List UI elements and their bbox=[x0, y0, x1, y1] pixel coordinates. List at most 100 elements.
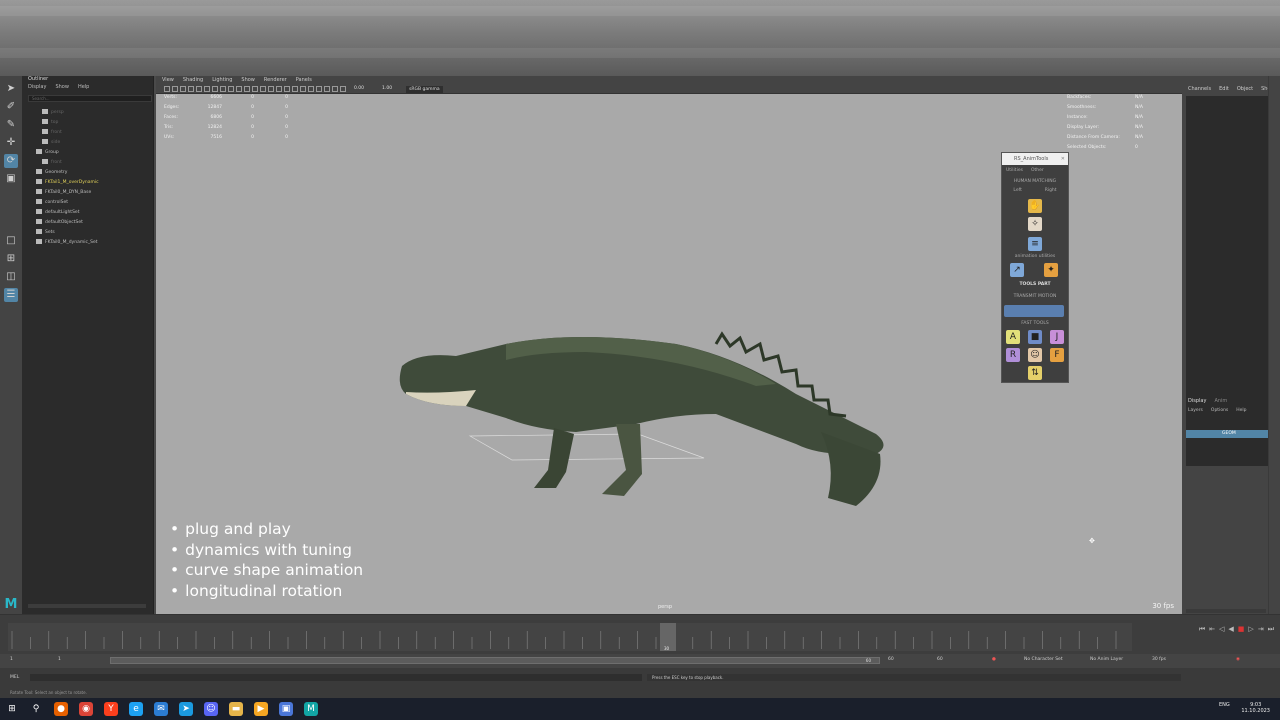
character-set-dropdown[interactable]: No Character Set bbox=[1024, 657, 1063, 662]
viewport-menu-view[interactable]: View bbox=[162, 77, 174, 83]
anim-tools-menu-other[interactable]: Other bbox=[1031, 168, 1044, 173]
gamma-field[interactable]: 1.00 bbox=[382, 86, 392, 92]
taskbar-app-icon[interactable]: ▣ bbox=[279, 702, 293, 716]
media-player-icon[interactable]: ▶ bbox=[254, 702, 268, 716]
shadows-icon[interactable] bbox=[292, 86, 298, 92]
four-view-icon[interactable]: ⊞ bbox=[4, 252, 18, 266]
graph-editor-icon[interactable]: ↗ bbox=[1010, 263, 1024, 277]
fast-tool-a-icon[interactable]: A bbox=[1006, 330, 1020, 344]
telegram-icon[interactable]: ➤ bbox=[179, 702, 193, 716]
side-tabs-strip[interactable] bbox=[1268, 76, 1280, 614]
timeline-ruler[interactable] bbox=[8, 623, 1132, 651]
lights-icon[interactable] bbox=[284, 86, 290, 92]
step-forward-icon[interactable]: ▷ bbox=[1248, 625, 1253, 634]
viewport-menu-lighting[interactable]: Lighting bbox=[212, 77, 232, 83]
viewport-menu-shading[interactable]: Shading bbox=[183, 77, 203, 83]
tools-part-heading[interactable]: TOOLS PART bbox=[1002, 282, 1068, 287]
fast-tool-arrows-icon[interactable]: ⇅ bbox=[1028, 366, 1042, 380]
step-forward-key-icon[interactable]: ⇥ bbox=[1258, 625, 1264, 634]
outliner-item[interactable]: front bbox=[42, 128, 62, 137]
outliner-item[interactable]: FKTail0_M_dynamic_Set bbox=[36, 238, 98, 247]
search-icon[interactable]: ⚲ bbox=[29, 702, 43, 716]
go-to-end-icon[interactable]: ⏭ bbox=[1268, 625, 1274, 634]
outliner-item[interactable]: persp bbox=[42, 108, 64, 117]
step-back-icon[interactable]: ◁ bbox=[1219, 625, 1224, 634]
left-radio[interactable]: Left bbox=[1013, 188, 1021, 193]
transmit-motion-bar[interactable] bbox=[1004, 305, 1064, 317]
record-icon[interactable]: ◉ bbox=[1236, 657, 1240, 662]
exposure-field[interactable]: 0.00 bbox=[354, 86, 364, 92]
anim-layer-dropdown[interactable]: No Anim Layer bbox=[1090, 657, 1123, 662]
menu-options[interactable]: Options bbox=[1211, 408, 1228, 413]
edge-icon[interactable]: e bbox=[129, 702, 143, 716]
lasso-tool-icon[interactable]: ✐ bbox=[4, 100, 18, 114]
field-chart-icon[interactable] bbox=[228, 86, 234, 92]
fps-dropdown[interactable]: 30 fps bbox=[1152, 657, 1166, 662]
outliner-item[interactable]: Group bbox=[36, 148, 59, 157]
isolate-select-icon[interactable] bbox=[316, 86, 322, 92]
wireframe-icon[interactable] bbox=[252, 86, 258, 92]
outliner-item[interactable]: front bbox=[42, 158, 62, 167]
grid-icon[interactable] bbox=[196, 86, 202, 92]
single-view-icon[interactable]: □ bbox=[4, 234, 18, 248]
end-time-field[interactable]: 60 bbox=[937, 657, 943, 662]
paint-tool-icon[interactable]: ✎ bbox=[4, 118, 18, 132]
film-gate-icon[interactable] bbox=[204, 86, 210, 92]
rotate-tool-icon[interactable]: ⟳ bbox=[4, 154, 18, 168]
tab-display[interactable]: Display bbox=[1188, 398, 1206, 404]
firefox-icon[interactable]: ● bbox=[54, 702, 68, 716]
menu-help[interactable]: Help bbox=[1236, 408, 1246, 413]
xray-joints-icon[interactable] bbox=[332, 86, 338, 92]
viewport-menu-show[interactable]: Show bbox=[241, 77, 255, 83]
outlook-icon[interactable]: ✉ bbox=[154, 702, 168, 716]
safe-title-icon[interactable] bbox=[244, 86, 250, 92]
chrome-icon[interactable]: ◉ bbox=[79, 702, 93, 716]
discord-icon[interactable]: ☺ bbox=[204, 702, 218, 716]
two-view-icon[interactable]: ◫ bbox=[4, 270, 18, 284]
step-back-key-icon[interactable]: ⇤ bbox=[1209, 625, 1215, 634]
outliner-item[interactable]: defaultObjectSet bbox=[36, 218, 83, 227]
outliner-item[interactable]: defaultLightSet bbox=[36, 208, 79, 217]
textured-icon[interactable] bbox=[276, 86, 282, 92]
language-indicator[interactable]: ENG bbox=[1219, 702, 1230, 708]
right-radio[interactable]: Right bbox=[1045, 188, 1057, 193]
layer-scrollbar[interactable] bbox=[1186, 609, 1266, 613]
move-tool-icon[interactable]: ✛ bbox=[4, 136, 18, 150]
match-leg-icon[interactable]: ✧ bbox=[1028, 217, 1042, 231]
fast-tool-j-icon[interactable]: J bbox=[1050, 330, 1064, 344]
fast-tool-cube-icon[interactable]: ■ bbox=[1028, 330, 1042, 344]
start-time-field[interactable]: 1 bbox=[10, 657, 13, 662]
anim-tools-menu-utilities[interactable]: Utilities bbox=[1006, 168, 1023, 173]
lock-camera-icon[interactable] bbox=[172, 86, 178, 92]
display-layer-row[interactable]: GEOM bbox=[1186, 430, 1270, 438]
playback-end-field[interactable]: 60 bbox=[888, 657, 894, 662]
menu-layers[interactable]: Layers bbox=[1188, 408, 1203, 413]
playhead[interactable]: 30 bbox=[660, 623, 676, 651]
match-arm-icon[interactable]: ✋ bbox=[1028, 199, 1042, 213]
tab-object[interactable]: Object bbox=[1237, 86, 1253, 92]
image-plane-icon[interactable] bbox=[188, 86, 194, 92]
command-input[interactable] bbox=[30, 674, 642, 681]
tab-channels[interactable]: Channels bbox=[1188, 86, 1211, 92]
bookmark-icon[interactable] bbox=[180, 86, 186, 92]
tab-edit[interactable]: Edit bbox=[1219, 86, 1229, 92]
anti-aliasing-icon[interactable] bbox=[308, 86, 314, 92]
xray-icon[interactable] bbox=[324, 86, 330, 92]
outliner-item[interactable]: Geometry bbox=[36, 168, 67, 177]
outliner-item[interactable]: FKTail1_M_overDynamic bbox=[36, 178, 99, 187]
fast-tool-r-icon[interactable]: R bbox=[1006, 348, 1020, 362]
outliner-search-input[interactable]: Search... bbox=[28, 95, 152, 102]
stop-icon[interactable]: ■ bbox=[1238, 625, 1245, 634]
wireframe-on-shaded-icon[interactable] bbox=[268, 86, 274, 92]
yandex-icon[interactable]: Y bbox=[104, 702, 118, 716]
outliner-menu-show[interactable]: Show bbox=[55, 84, 69, 90]
close-icon[interactable]: ✕ bbox=[1061, 153, 1065, 165]
smooth-shade-icon[interactable] bbox=[260, 86, 266, 92]
outliner-item[interactable]: FKTail0_M_DYN_Base bbox=[36, 188, 91, 197]
outliner-item[interactable]: side bbox=[42, 138, 60, 147]
outliner-item[interactable]: top bbox=[42, 118, 58, 127]
scale-tool-icon[interactable]: ▣ bbox=[4, 172, 18, 186]
safe-action-icon[interactable] bbox=[236, 86, 242, 92]
gate-mask-icon[interactable] bbox=[220, 86, 226, 92]
ambient-occlusion-icon[interactable] bbox=[300, 86, 306, 92]
